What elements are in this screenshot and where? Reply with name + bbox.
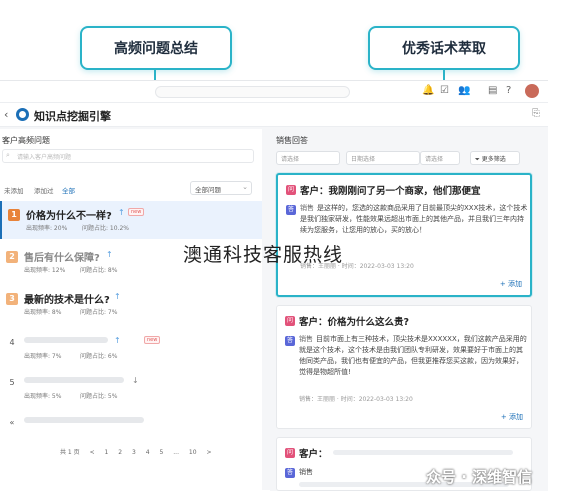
watermark: 众号 · 深维智信 [426, 468, 533, 486]
question-title: 最新的技术是什么? [24, 295, 110, 306]
customer-question: 客户： [299, 449, 328, 460]
tab-not-added[interactable]: 未添加 [4, 185, 24, 195]
question-item[interactable]: 5 ↓ 出现频率: 5% 问题占比: 5% [0, 369, 262, 407]
customer-question: 客户：价格为什么这么贵? [299, 317, 410, 328]
rank-badge: 3 [6, 293, 18, 305]
page-title: 知识点挖掘引擎 [34, 110, 111, 123]
trend-up-icon: ↑ [106, 250, 113, 259]
page-button[interactable]: 4 [146, 449, 150, 456]
date-range-picker[interactable]: 日期选择 [346, 151, 420, 165]
question-item[interactable]: 1 价格为什么不一样? ↑ new 出现频率: 20% 问题占比: 10.2% [0, 201, 262, 239]
trend-down-icon: ↓ [132, 376, 139, 385]
answer-card: 问 客户：价格为什么这么贵? 答 销售 目前市面上有三种技术，顶尖技术是XXXXX… [276, 305, 532, 429]
frequency-text: 出现频率: 20% [26, 225, 68, 232]
bell-icon[interactable]: 🔔 [422, 85, 434, 96]
trend-up-icon: ↑ [114, 292, 121, 301]
top-bar: 🔔 ☑ 👥 ▤ ? [0, 81, 548, 103]
page-button[interactable]: 1 [105, 449, 109, 456]
placeholder-bar [24, 337, 108, 343]
question-search-input[interactable]: ⌕ 请输入客户高频问题 [2, 149, 254, 163]
team-icon[interactable]: 👥 [458, 85, 470, 96]
prev-page-button[interactable]: < [90, 449, 95, 456]
checklist-icon[interactable]: ☑ [440, 85, 449, 96]
page-button[interactable]: 10 [189, 449, 197, 456]
avatar[interactable] [525, 84, 539, 98]
title-bar: ‹ 知识点挖掘引擎 ⎘ [0, 103, 548, 127]
sales-chip-icon: 答 [286, 205, 296, 215]
add-button[interactable]: + 添加 [501, 412, 523, 422]
frequency-text: 出现频率: 8% [24, 309, 62, 316]
rank-number: 5 [9, 378, 15, 387]
page-button[interactable]: 2 [118, 449, 122, 456]
next-page-button[interactable]: > [206, 449, 211, 456]
tab-all[interactable]: 全部 [62, 185, 75, 195]
page-button[interactable]: 3 [132, 449, 136, 456]
ratio-text: 问题占比: 5% [80, 393, 118, 400]
sales-answers-panel: 销售回答 请选择 日期选择 请选择 ⏷ 更多筛选 问 客户：我刚刚问了另一个商家… [270, 129, 548, 491]
sales-answer: 销售 是这样的，您选的这款商品采用了目前最顶尖的XXX技术，这个技术是我们独家研发… [300, 204, 528, 234]
question-item[interactable]: 4 ↑ new 出现频率: 7% 问题占比: 6% [0, 329, 262, 367]
rank-number: « [9, 418, 15, 427]
question-title: 价格为什么不一样? [26, 211, 112, 222]
filter-icon: ⏷ [475, 156, 482, 163]
frequency-text: 出现频率: 12% [24, 267, 66, 274]
callout-high-frequency-questions: 高频问题总结 [80, 26, 232, 70]
sales-chip-icon: 答 [285, 468, 295, 478]
frequency-text: 出现频率: 7% [24, 353, 62, 360]
back-arrow-icon[interactable]: ‹ [4, 108, 8, 121]
customer-chip-icon: 问 [286, 185, 296, 195]
rank-badge: 1 [8, 209, 20, 221]
answer-card: 问 客户：我刚刚问了另一个商家，他们那便宜 答 销售 是这样的，您选的这款商品采用… [276, 173, 532, 297]
type-select[interactable]: 请选择 [420, 151, 460, 165]
global-search-input[interactable] [155, 86, 350, 98]
question-item[interactable]: 3 最新的技术是什么? ↑ 出现频率: 8% 问题占比: 7% [0, 285, 262, 323]
ratio-text: 问题占比: 6% [80, 353, 118, 360]
answer-meta: 销售：王丽丽 · 时间：2022-03-03 13:20 [299, 396, 413, 403]
question-item[interactable]: « [0, 409, 262, 447]
more-filters-button[interactable]: ⏷ 更多筛选 [470, 151, 520, 165]
page-button[interactable]: 5 [160, 449, 164, 456]
question-type-select[interactable]: 全部问题 ⌄ [190, 181, 252, 195]
tab-added[interactable]: 添加过 [34, 185, 54, 195]
trend-up-icon: ↑ [114, 336, 121, 345]
callout-excellent-scripts: 优秀话术萃取 [368, 26, 520, 70]
pagination: 共 1 页 < 1 2 3 4 5 ... 10 > [60, 449, 212, 456]
help-icon[interactable]: ? [506, 85, 511, 96]
question-list-panel: 客户高频问题 ⌕ 请输入客户高频问题 未添加 添加过 全部 全部问题 ⌄ 1 价… [0, 129, 262, 491]
export-icon[interactable]: ⎘ [532, 108, 540, 119]
rank-badge: 2 [6, 251, 18, 263]
logo-icon [16, 108, 29, 121]
app-window: 🔔 ☑ 👥 ▤ ? ‹ 知识点挖掘引擎 ⎘ 客户高频问题 ⌕ 请输入客户高频问题… [0, 80, 548, 491]
new-badge: new [144, 336, 161, 344]
rank-number: 4 [9, 338, 15, 347]
customer-question: 客户：我刚刚问了另一个商家，他们那便宜 [300, 186, 481, 197]
question-title: 售后有什么保障? [24, 253, 100, 264]
search-icon: ⌕ [6, 151, 10, 159]
doc-icon[interactable]: ▤ [488, 85, 497, 96]
customer-chip-icon: 问 [285, 316, 295, 326]
ratio-text: 问题占比: 8% [80, 267, 118, 274]
placeholder-bar [24, 377, 124, 383]
placeholder-bar [333, 450, 513, 455]
sales-tag: 销售 [299, 468, 313, 476]
sales-answer: 销售 目前市面上有三种技术，顶尖技术是XXXXXX，我们这款产品采用的就是这个技术… [299, 335, 527, 376]
overlay-caption: 澳通科技客服热线 [183, 244, 344, 266]
panel-title: 客户高频问题 [2, 136, 50, 145]
trend-up-icon: ↑ [118, 208, 125, 217]
frequency-text: 出现频率: 5% [24, 393, 62, 400]
chevron-down-icon: ⌄ [242, 183, 248, 191]
add-button[interactable]: + 添加 [500, 279, 522, 289]
new-badge: new [128, 208, 145, 216]
sales-chip-icon: 答 [285, 336, 295, 346]
panel-title: 销售回答 [276, 136, 308, 145]
placeholder-bar [24, 417, 144, 423]
ratio-text: 问题占比: 7% [80, 309, 118, 316]
sales-select[interactable]: 请选择 [276, 151, 340, 165]
customer-chip-icon: 问 [285, 448, 295, 458]
ratio-text: 问题占比: 10.2% [82, 225, 129, 232]
